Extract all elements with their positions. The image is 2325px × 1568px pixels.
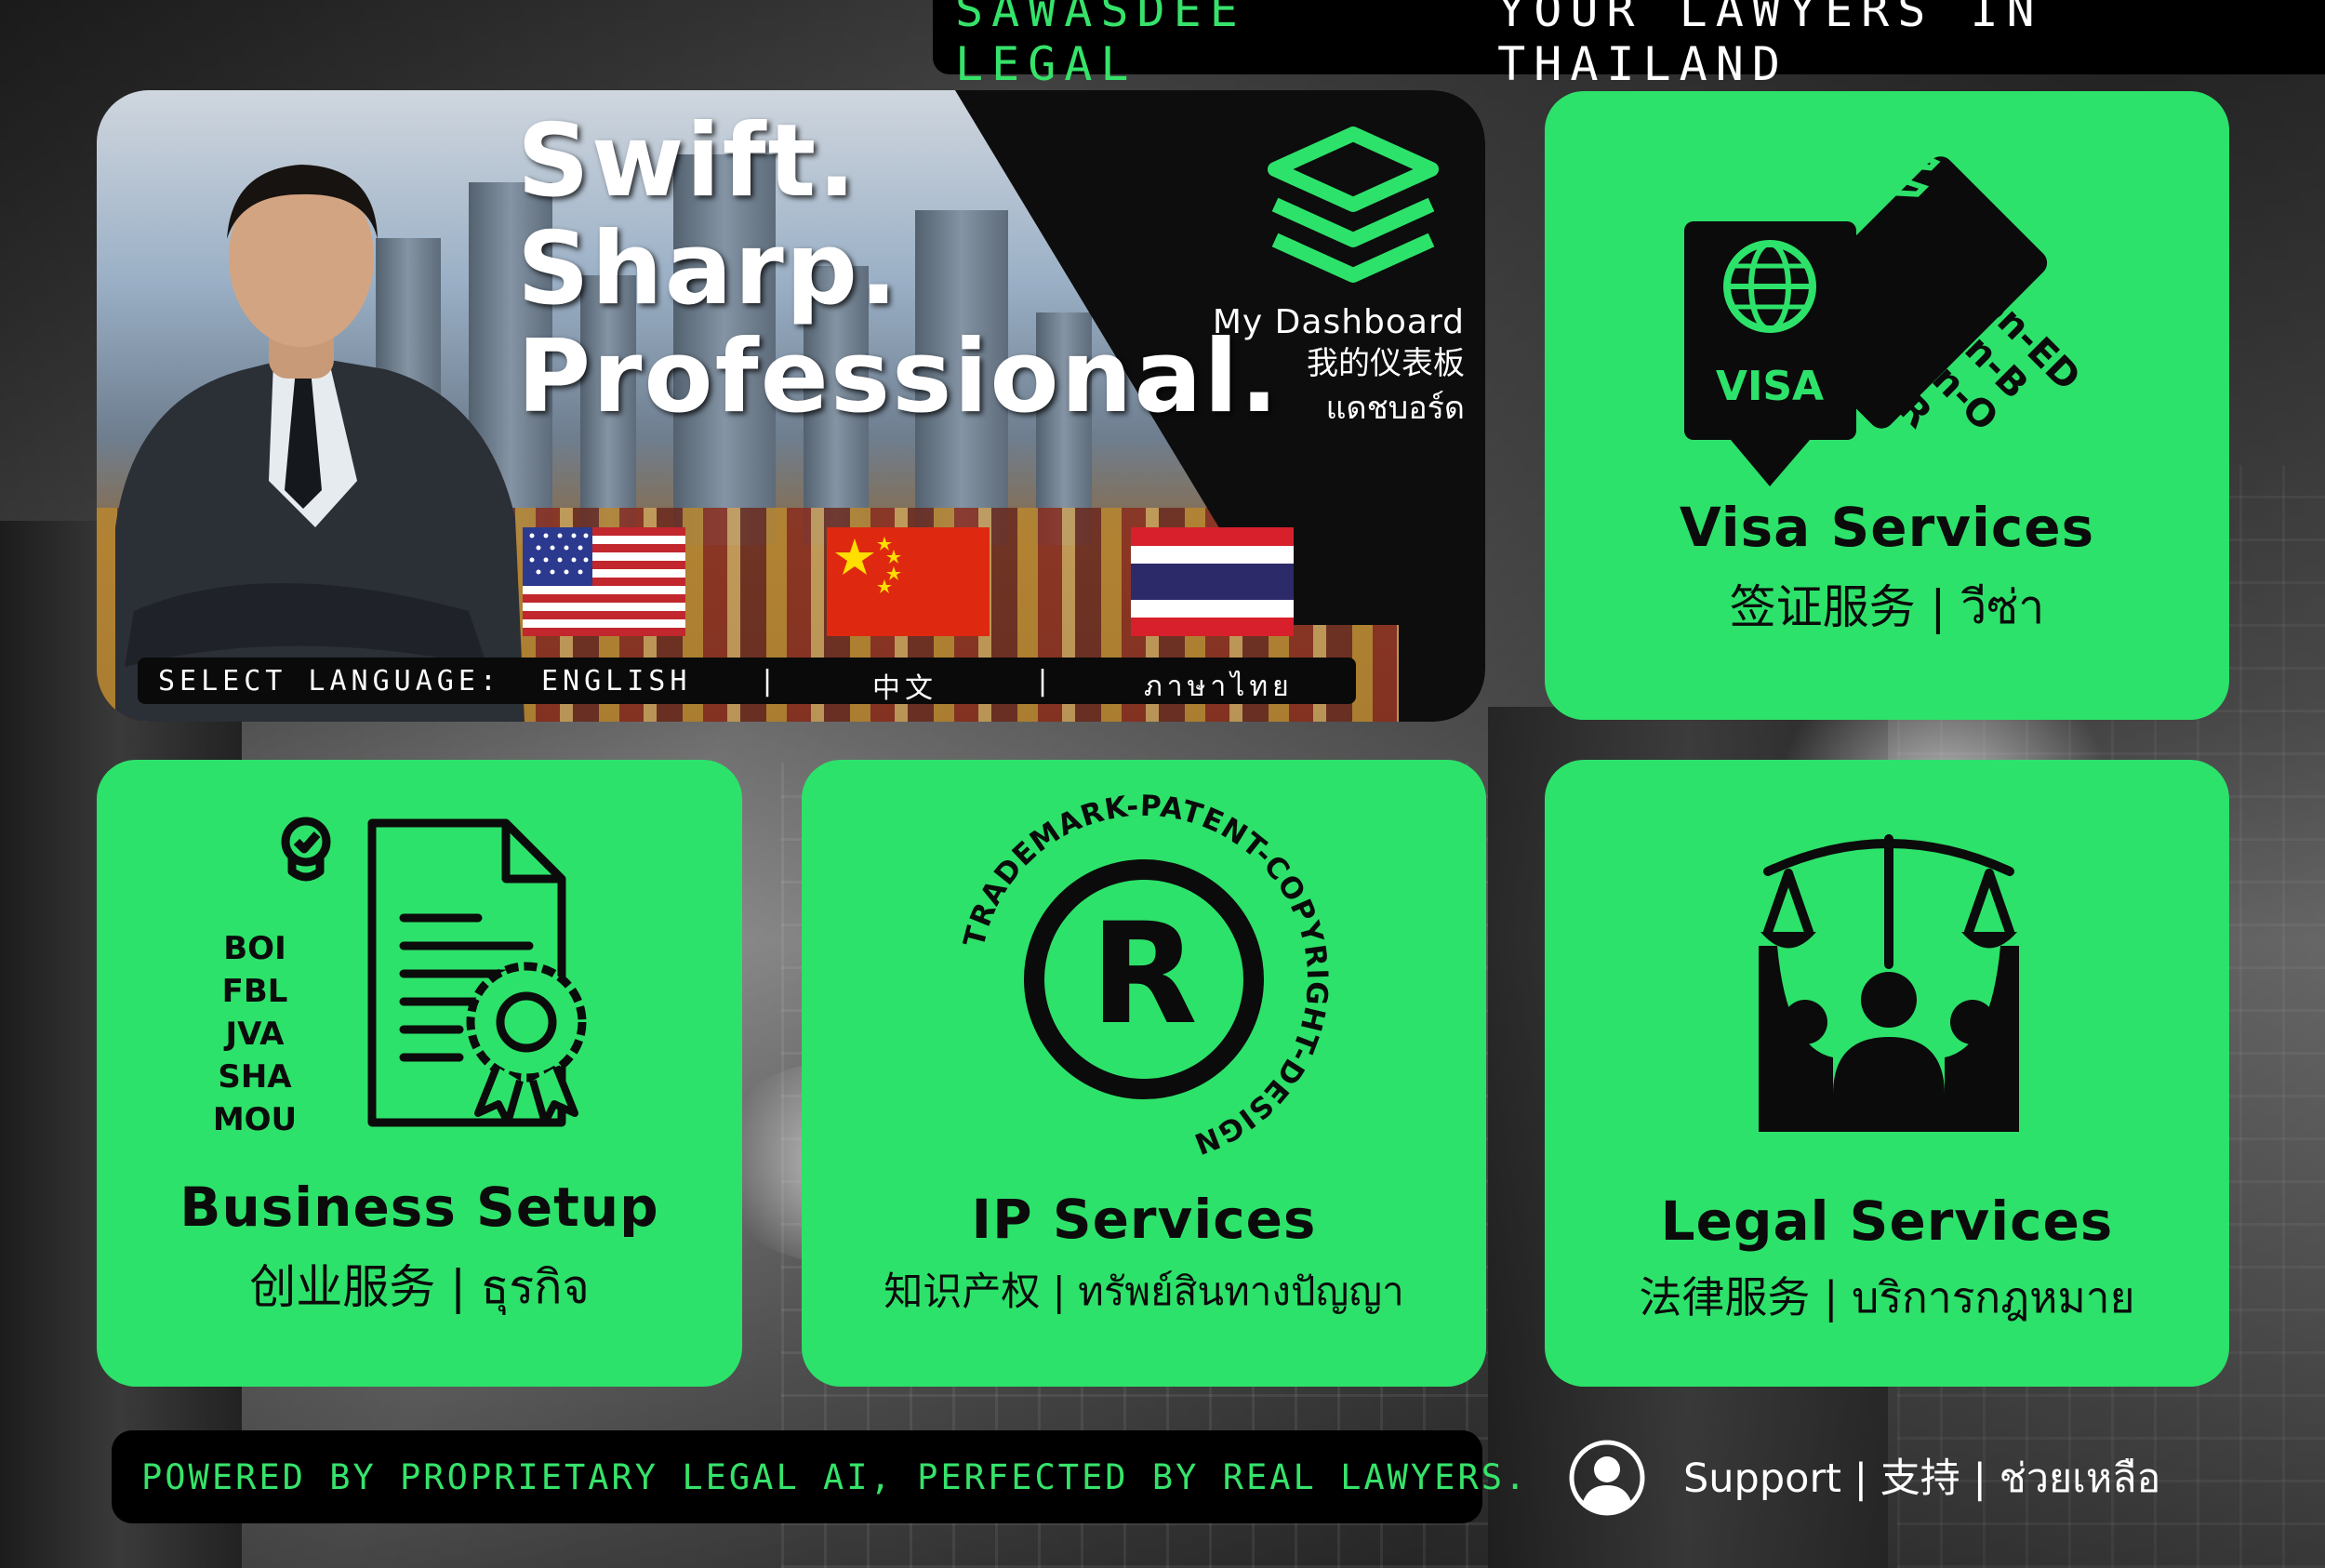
registered-mark: R <box>1090 894 1198 1056</box>
business-type-fbl: FBL <box>221 973 288 1010</box>
support-link[interactable]: Support | 支持 | ช่วยเหลือ <box>1568 1439 2160 1517</box>
layers-icon <box>1268 126 1439 283</box>
business-type-boi: BOI <box>223 930 286 967</box>
hero-line-1: Swift. <box>517 103 858 219</box>
document-certificate-icon <box>281 817 587 1127</box>
business-type-list: BOI FBL JVA SHA MOU <box>199 927 311 1141</box>
dashboard-label-th: แดชบอร์ด <box>1325 390 1465 427</box>
dashboard-label-en: My Dashboard <box>1212 303 1465 341</box>
china-flag-icon[interactable] <box>827 527 990 636</box>
visa-services-card[interactable]: VISA non-ED non-B non-O LTR Visa Service… <box>1545 91 2229 720</box>
language-selector: SELECT LANGUAGE: ENGLISH | 中文 | ภาษาไทย <box>138 658 1356 706</box>
user-avatar-icon <box>1569 1440 1645 1516</box>
language-option-english[interactable]: ENGLISH <box>541 665 691 698</box>
scales-justice-people-icon <box>1759 834 2019 1132</box>
brand-tagline: YOUR LAWYERS IN THAILAND <box>1497 0 2043 91</box>
business-setup-card[interactable]: BOI FBL JVA SHA MOU Business Setup 创业服务 … <box>97 760 742 1387</box>
language-separator: | <box>1034 665 1056 698</box>
hero-banner: Swift. Sharp. Professional. My Dashboard… <box>97 90 1485 722</box>
visa-title: Visa Services <box>1679 496 2095 559</box>
support-label: Support | 支持 | ช่วยเหลือ <box>1683 1455 2161 1502</box>
legal-subtitle: 法律服务 | บริการกฎหมาย <box>1639 1272 2135 1322</box>
language-separator: | <box>759 665 781 698</box>
dashboard-link[interactable]: My Dashboard 我的仪表板 แดชบอร์ด <box>1186 123 1465 431</box>
us-flag-icon[interactable] <box>523 527 685 636</box>
hero-line-3: Professional. <box>517 319 1281 435</box>
visa-subtitle: 签证服务 | วีซ่า <box>1729 580 2045 634</box>
business-type-jva: JVA <box>225 1016 285 1053</box>
lawyer-portrait <box>115 165 525 722</box>
visa-badge: VISA <box>1716 363 1824 410</box>
language-label: SELECT LANGUAGE: <box>158 665 501 698</box>
language-option-chinese[interactable]: 中文 <box>872 665 937 706</box>
business-title: Business Setup <box>179 1176 659 1239</box>
ip-subtitle: 知识产权 | ทรัพย์สินทางปัญญา <box>884 1269 1404 1314</box>
business-type-mou: MOU <box>212 1101 298 1138</box>
brand-bar: SAWASDEE LEGAL YOUR LAWYERS IN THAILAND <box>933 0 2325 91</box>
ip-title: IP Services <box>971 1188 1317 1251</box>
brand-name: SAWASDEE LEGAL <box>955 0 1246 91</box>
legal-title: Legal Services <box>1660 1189 2114 1253</box>
dashboard-label-zh: 我的仪表板 <box>1307 345 1465 382</box>
slogan-banner: POWERED BY PROPRIETARY LEGAL AI, PERFECT… <box>112 1430 1525 1523</box>
passport-icon: VISA non-ED non-B non-O LTR <box>1684 136 2089 486</box>
legal-services-card[interactable]: Legal Services 法律服务 | บริการกฎหมาย <box>1545 760 2229 1387</box>
slogan-text: POWERED BY PROPRIETARY LEGAL AI, PERFECT… <box>141 1456 1529 1497</box>
business-subtitle: 创业服务 | ธุรกิจ <box>249 1260 590 1314</box>
thailand-flag-icon[interactable] <box>1131 527 1294 636</box>
hero-line-2: Sharp. <box>517 211 900 327</box>
registered-trademark-icon: R TRADEMARK-PATENT-COPYRIGHT-DESIGN <box>958 793 1330 1161</box>
ip-services-card[interactable]: R TRADEMARK-PATENT-COPYRIGHT-DESIGN IP S… <box>802 760 1486 1387</box>
language-option-thai[interactable]: ภาษาไทย <box>1144 665 1294 709</box>
business-type-sha: SHA <box>218 1058 292 1096</box>
